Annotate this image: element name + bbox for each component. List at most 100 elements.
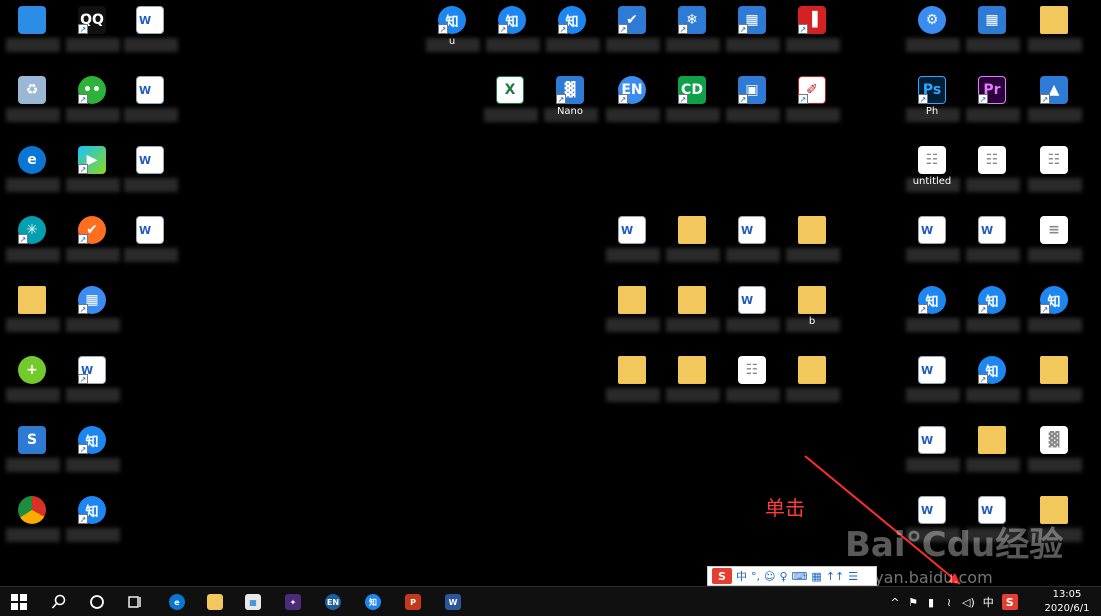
desktop-icon-zhi[interactable]: 知 ↗ (60, 422, 124, 486)
desktop-icon-folder[interactable] (1022, 2, 1086, 66)
desktop-icon-zhi[interactable]: 知 ↗ (60, 492, 124, 556)
desktop-icon-zhi[interactable]: 知 ↗ (960, 282, 1024, 346)
taskbar-zhihu[interactable]: 知 (354, 587, 392, 616)
sogou-logo-icon[interactable]: S (712, 568, 732, 584)
ime-skin-icon[interactable]: ↑↑ (826, 570, 844, 583)
taskbar-clock[interactable]: 13:05 2020/6/1 (1038, 588, 1096, 616)
desktop-icon-folder[interactable] (780, 212, 844, 276)
shortcut-arrow-icon: ↗ (438, 24, 448, 34)
desktop-icon-orange[interactable]: ✔ ↗ (60, 212, 124, 276)
desktop-icon-blue2[interactable]: EN ↗ (600, 72, 664, 136)
desktop-icon-generic[interactable]: ▦ ↗ (720, 2, 784, 66)
shortcut-arrow-icon: ↗ (78, 304, 88, 314)
desktop-icon-generic[interactable]: S (0, 422, 64, 486)
desktop-icon-folder[interactable] (660, 212, 724, 276)
desktop-icon-generic[interactable]: ▓ ↗ Nano (538, 72, 602, 136)
desktop-icon-edge[interactable]: e (0, 142, 64, 206)
desktop-icon-generic[interactable]: ▦ (960, 2, 1024, 66)
clock-date: 2020/6/1 (1044, 603, 1090, 614)
desktop-icon-computer[interactable] (0, 2, 64, 66)
desktop-icon-word[interactable]: W (960, 212, 1024, 276)
desktop-icon-folder[interactable] (600, 282, 664, 346)
taskbar-powerpoint[interactable]: P (394, 587, 432, 616)
ime-emoji-icon[interactable]: ☺ (764, 570, 775, 583)
desktop-icon-ps[interactable]: Ps ↗ Ph (900, 72, 964, 136)
desktop-icon-folder[interactable] (660, 352, 724, 416)
desktop-icon-chrome[interactable] (0, 492, 64, 556)
taskbar-word[interactable]: W (434, 587, 472, 616)
desktop-icon-word[interactable]: W ↗ (60, 352, 124, 416)
taskbar-en[interactable]: EN (314, 587, 352, 616)
desktop-icon-folder[interactable] (600, 352, 664, 416)
blurred-label-mask (786, 108, 840, 122)
desktop-icon-doc[interactable]: ≡ (1022, 212, 1086, 276)
desktop-icon-doc[interactable]: ☷ (960, 142, 1024, 206)
desktop-icon-zhi[interactable]: 知 ↗ (900, 282, 964, 346)
desktop-icon-pdf[interactable]: ✐ ↗ (780, 72, 844, 136)
desktop-icon-wechat[interactable]: •• ↗ (60, 72, 124, 136)
ime-toolbar[interactable]: S 中 °, ☺ ♀ ⌨ ▦ ↑↑ ☰ (707, 566, 877, 586)
desktop-icon-zhi[interactable]: 知 ↗ (960, 352, 1024, 416)
desktop-icon-qq[interactable]: QQ ↗ (60, 2, 124, 66)
desktop-icon-doc[interactable]: ☷ (1022, 142, 1086, 206)
desktop-icon-generic[interactable]: ✔ ↗ (600, 2, 664, 66)
desktop-icon-word[interactable]: W (600, 212, 664, 276)
taskbar-file-explorer[interactable] (196, 587, 234, 616)
desktop-icon-folder[interactable] (660, 282, 724, 346)
desktop-icon-zhi[interactable]: 知 ↗ u (420, 2, 484, 66)
desktop-icon-pr[interactable]: Pr ↗ (960, 72, 1024, 136)
desktop-icon-teal[interactable]: ✳ ↗ (0, 212, 64, 276)
desktop-icon-excel[interactable]: X (478, 72, 542, 136)
desktop-icon-generic[interactable]: ▲ ↗ (1022, 72, 1086, 136)
desktop-icon-zhi[interactable]: 知 ↗ (540, 2, 604, 66)
desktop-icon-folder[interactable] (1022, 352, 1086, 416)
desktop-icon-recycle[interactable]: ♻ (0, 72, 64, 136)
input-language-indicator[interactable]: 中 (983, 594, 994, 610)
desktop-icon-generic[interactable]: ❄ ↗ (660, 2, 724, 66)
cortana-button[interactable] (78, 587, 116, 616)
desktop-icon-blue2[interactable]: ⚙ (900, 2, 964, 66)
desktop-icon-word[interactable]: W (900, 212, 964, 276)
desktop-icon-folder[interactable]: b (780, 282, 844, 346)
recycle-icon: ♻ (18, 76, 46, 104)
taskbar-store[interactable]: ▦ (234, 587, 272, 616)
battery-icon[interactable]: ▮ (926, 594, 936, 610)
system-tray: ^ ⚑ ▮ ≀ ◁) 中 S (890, 587, 1018, 616)
desktop-icon-word[interactable]: W (118, 72, 182, 136)
desktop-icon-yellowgreen[interactable]: + (0, 352, 64, 416)
desktop-icon-doc[interactable]: ☷ (720, 352, 784, 416)
desktop-icon-zhi[interactable]: 知 ↗ (480, 2, 544, 66)
sogou-tray-icon[interactable]: S (1001, 594, 1018, 610)
desktop-icon-blue2[interactable]: ▦ ↗ (60, 282, 124, 346)
ime-keyboard-icon[interactable]: ⌨ (792, 570, 808, 583)
desktop-icon-red[interactable]: ▐ ↗ (780, 2, 844, 66)
desktop-icon-doc[interactable]: ▓ (1022, 422, 1086, 486)
desktop-icon-word[interactable]: W (900, 352, 964, 416)
show-hidden-icons-chevron-icon[interactable]: ^ (890, 594, 900, 610)
desktop-icon-generic[interactable]: ▣ ↗ (720, 72, 784, 136)
ime-toolbox-icon[interactable]: ▦ (811, 570, 821, 583)
wifi-icon[interactable]: ≀ (944, 594, 954, 610)
desktop-icon-green[interactable]: CD ↗ (660, 72, 724, 136)
qq-tray-icon[interactable]: ⚑ (908, 594, 918, 610)
desktop-icon-word[interactable]: W (118, 2, 182, 66)
ime-punctuation[interactable]: °, (751, 570, 760, 583)
search-button[interactable] (40, 587, 78, 616)
desktop-icon-zhi[interactable]: 知 ↗ (1022, 282, 1086, 346)
volume-icon[interactable]: ◁) (962, 594, 975, 610)
desktop-icon-folder[interactable] (780, 352, 844, 416)
desktop-icon-word[interactable]: W (720, 212, 784, 276)
ime-mode-chinese[interactable]: 中 (736, 568, 747, 584)
desktop-icon-word[interactable]: W (720, 282, 784, 346)
ime-voice-icon[interactable]: ♀ (779, 570, 787, 583)
desktop-icon-doc[interactable]: ☷ untitled (900, 142, 964, 206)
desktop-icon-folder[interactable] (0, 282, 64, 346)
task-view-button[interactable] (116, 587, 154, 616)
desktop-icon-word[interactable]: W (118, 142, 182, 206)
taskbar-app-purple[interactable]: ✦ (274, 587, 312, 616)
desktop-icon-word[interactable]: W (118, 212, 182, 276)
ime-menu-icon[interactable]: ☰ (848, 570, 858, 583)
taskbar-edge[interactable]: e (158, 587, 196, 616)
desktop-icon-video[interactable]: ▶ ↗ (60, 142, 124, 206)
start-button[interactable] (0, 587, 38, 616)
